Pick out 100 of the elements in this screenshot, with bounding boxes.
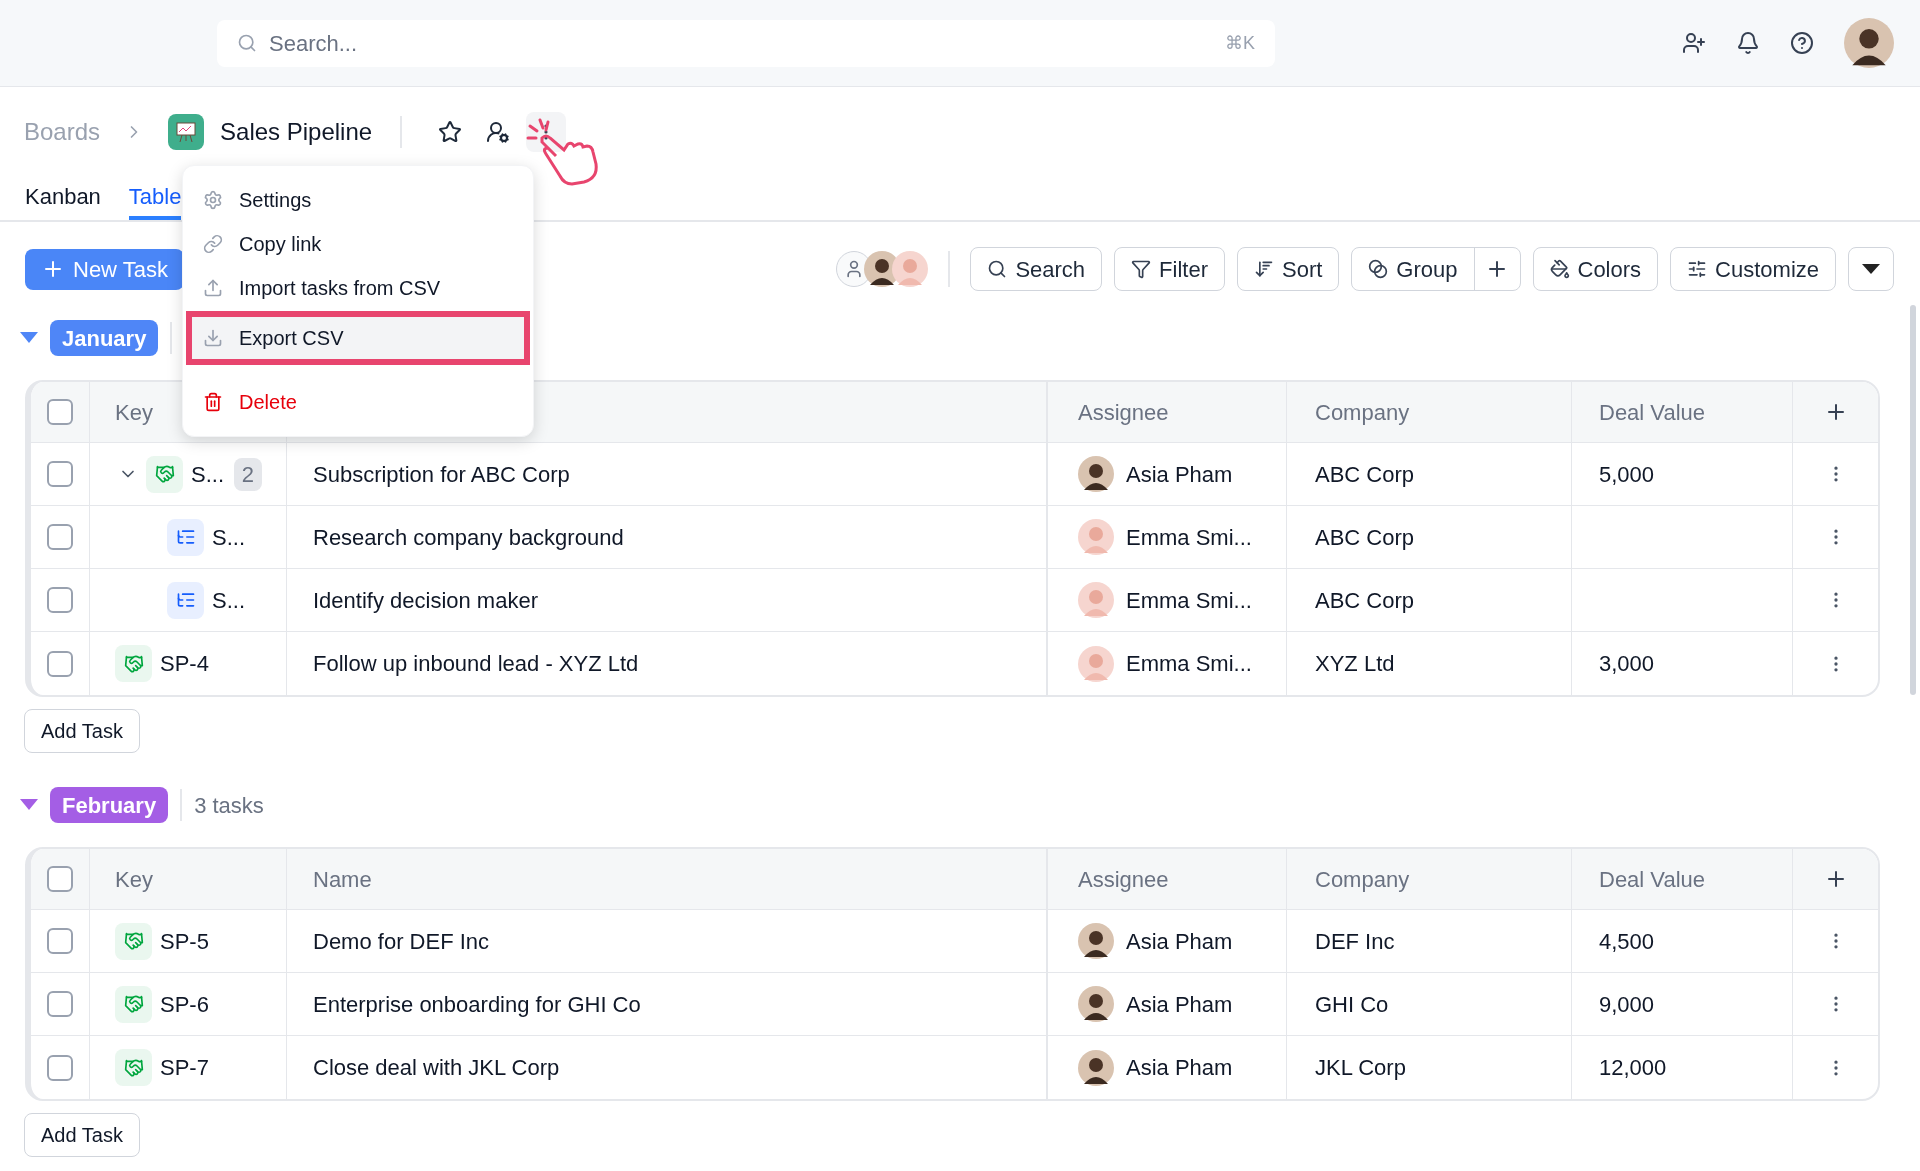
handshake-icon — [146, 455, 183, 493]
toolbar-button[interactable]: Customize — [1670, 247, 1836, 291]
handshake-icon — [115, 985, 152, 1023]
table-cell-text: Asia Pham — [1126, 1054, 1233, 1082]
table-cell-text: Demo for DEF Inc — [313, 927, 490, 956]
avatar — [1078, 645, 1114, 682]
avatar — [1078, 456, 1114, 492]
avatar — [1078, 1049, 1114, 1086]
caret-down-icon — [1862, 264, 1880, 274]
checkbox[interactable] — [47, 1054, 73, 1081]
table-cell-text: ABC Corp — [1315, 523, 1415, 552]
column-header[interactable]: Assignee — [1078, 862, 1169, 896]
more-icon — [544, 124, 549, 140]
table-cell-text: Close deal with JKL Corp — [313, 1054, 560, 1082]
download-icon — [203, 328, 223, 348]
checkbox[interactable] — [47, 587, 73, 613]
add-user-icon[interactable] — [1682, 31, 1706, 55]
trash-icon — [203, 392, 223, 412]
settings-icon — [203, 190, 223, 210]
table-cell-text: Identify decision maker — [313, 586, 538, 615]
handshake-icon — [115, 645, 152, 682]
column-header[interactable]: Deal Value — [1599, 395, 1705, 429]
avatar — [1078, 582, 1114, 618]
help-icon[interactable] — [1790, 31, 1814, 55]
link-icon — [203, 234, 223, 254]
task-key: SP-4 — [160, 647, 209, 680]
task-count: 3 tasks — [194, 791, 264, 820]
menu-item[interactable]: Import tasks from CSV — [191, 266, 525, 310]
handshake-icon — [115, 1049, 152, 1086]
search-input[interactable]: Search... — [269, 26, 1213, 60]
table-cell-text: 9,000 — [1599, 990, 1655, 1019]
avatar — [1078, 986, 1114, 1022]
table-cell-text: Enterprise onboarding for GHI Co — [313, 990, 641, 1019]
column-header[interactable]: Company — [1315, 862, 1410, 896]
table-cell-text: Emma Smi... — [1126, 650, 1252, 678]
scrollbar[interactable] — [1910, 305, 1916, 695]
column-header[interactable]: Key — [115, 862, 153, 896]
table-cell-text: 4,500 — [1599, 927, 1655, 956]
menu-item[interactable]: Delete — [191, 380, 525, 424]
circles-icon — [1368, 259, 1389, 279]
checkbox[interactable] — [47, 524, 73, 550]
table-cell-text: Asia Pham — [1126, 460, 1233, 489]
dropdown-button[interactable] — [1848, 247, 1894, 291]
toolbar-button[interactable]: Sort — [1237, 247, 1340, 291]
task-key: S... — [191, 457, 224, 491]
table-cell-text: Research company background — [313, 523, 624, 552]
add-task-button[interactable]: Add Task — [24, 1113, 140, 1157]
table-cell-text: ABC Corp — [1315, 460, 1415, 489]
menu-item[interactable]: Settings — [191, 178, 525, 222]
checkbox[interactable] — [47, 928, 73, 954]
user-avatar[interactable] — [1844, 18, 1894, 68]
handshake-icon — [115, 922, 152, 960]
group-badge: February — [50, 787, 169, 823]
toolbar-button[interactable]: Colors — [1532, 247, 1659, 291]
toolbar-button[interactable]: Search — [970, 247, 1103, 291]
table-cell-text: Asia Pham — [1126, 927, 1233, 956]
new-task-button[interactable]: New Task — [25, 248, 184, 290]
checkbox[interactable] — [47, 399, 73, 425]
table-cell-text: Subscription for ABC Corp — [313, 460, 570, 489]
column-header[interactable]: Deal Value — [1599, 862, 1705, 896]
sliders-icon — [1687, 259, 1708, 279]
table-cell-text: XYZ Ltd — [1315, 650, 1395, 678]
checkbox[interactable] — [47, 650, 73, 677]
add-task-button[interactable]: Add Task — [24, 709, 140, 753]
checkbox[interactable] — [47, 461, 73, 487]
subtask-icon — [167, 581, 204, 619]
table-cell-text: Emma Smi... — [1126, 586, 1252, 615]
table-cell-text: Emma Smi... — [1126, 523, 1252, 552]
shortcut-hint: ⌘K — [1225, 31, 1255, 55]
paint-bucket-icon — [1549, 259, 1570, 279]
group-badge: January — [50, 320, 159, 356]
star-icon[interactable] — [438, 120, 463, 144]
column-header[interactable]: Company — [1315, 395, 1410, 429]
table-cell-text: ABC Corp — [1315, 586, 1415, 615]
task-key: S... — [212, 583, 245, 617]
caret-down-icon[interactable] — [20, 799, 38, 811]
task-key: SP-5 — [160, 924, 209, 958]
search-icon — [987, 259, 1008, 279]
view-tab[interactable]: Kanban — [25, 177, 101, 220]
checkbox[interactable] — [47, 866, 73, 892]
caret-down-icon[interactable] — [20, 332, 38, 344]
table-cell-text: JKL Corp — [1315, 1054, 1406, 1082]
checkbox[interactable] — [47, 991, 73, 1017]
user-settings-icon[interactable] — [486, 120, 511, 144]
search-field[interactable]: Search... ⌘K — [217, 19, 1275, 67]
column-header[interactable]: Key — [115, 395, 153, 429]
filter-icon — [1131, 259, 1152, 279]
bell-icon[interactable] — [1736, 31, 1760, 55]
menu-item[interactable]: Copy link — [191, 222, 525, 266]
column-header[interactable]: Name — [313, 862, 372, 896]
task-key: SP-7 — [160, 1051, 209, 1084]
sort-icon — [1254, 259, 1274, 279]
avatar — [1078, 519, 1114, 555]
board-title: Sales Pipeline — [220, 117, 373, 147]
table-cell-text: Follow up inbound lead - XYZ Ltd — [313, 650, 639, 678]
table-cell-text: 3,000 — [1599, 650, 1655, 678]
table-cell-text: GHI Co — [1315, 990, 1389, 1019]
table-cell-text: 5,000 — [1599, 460, 1655, 489]
column-header[interactable]: Assignee — [1078, 395, 1169, 429]
toolbar-button[interactable]: Filter — [1114, 247, 1225, 291]
